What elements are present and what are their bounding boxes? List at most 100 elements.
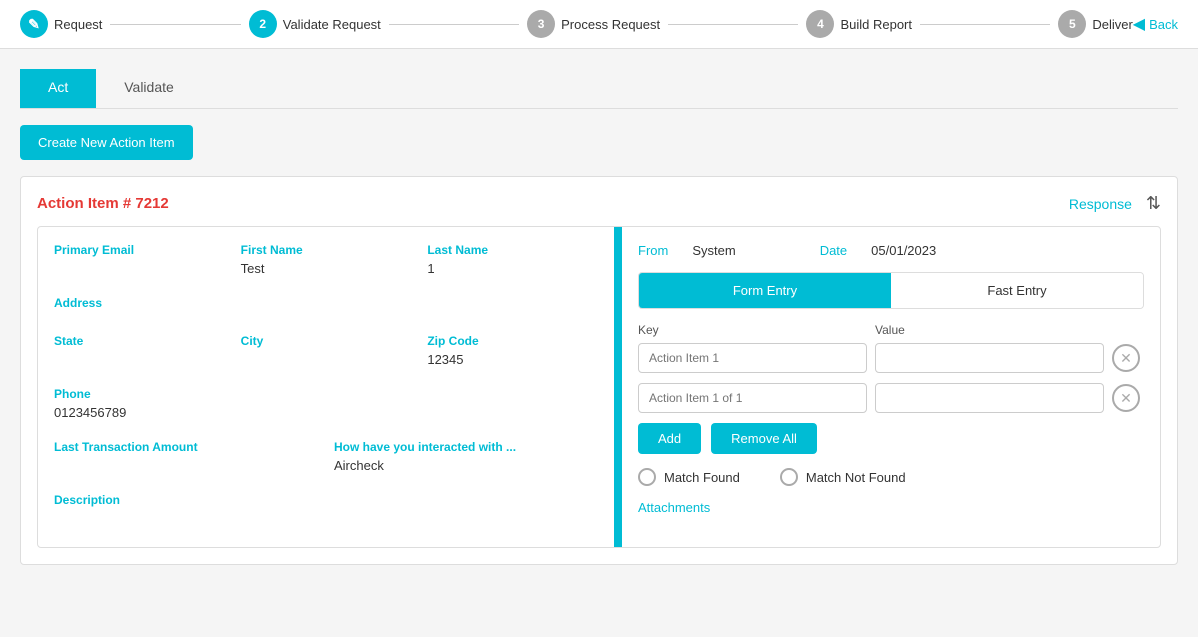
match-found-radio-circle xyxy=(638,468,656,486)
kv-header: Key Value xyxy=(638,323,1144,337)
first-name-value: Test xyxy=(241,261,265,276)
action-item-header: Action Item # 7212 Response ⇅ xyxy=(37,193,1161,214)
first-name-field: First Name Test xyxy=(241,243,412,276)
attachments-link[interactable]: Attachments xyxy=(638,500,710,515)
phone-label: Phone xyxy=(54,387,598,401)
key-header-label: Key xyxy=(638,323,867,337)
last-transaction-label: Last Transaction Amount xyxy=(54,440,318,454)
two-panel-layout: Primary Email First Name Test Last Name … xyxy=(37,226,1161,548)
step-connector-2 xyxy=(389,24,519,25)
back-arrow-icon: ◀ xyxy=(1133,14,1145,34)
kv-row-1-value[interactable] xyxy=(875,343,1104,373)
interaction-field: How have you interacted with ... Airchec… xyxy=(334,440,598,473)
fast-entry-button[interactable]: Fast Entry xyxy=(891,273,1143,308)
add-button[interactable]: Add xyxy=(638,423,701,454)
match-not-found-radio[interactable]: Match Not Found xyxy=(780,468,906,486)
step-1-label: Request xyxy=(54,17,102,32)
expand-collapse-icon[interactable]: ⇅ xyxy=(1146,193,1161,214)
form-row-4: Phone 0123456789 xyxy=(54,387,598,420)
back-label: Back xyxy=(1149,17,1178,32)
match-not-found-label: Match Not Found xyxy=(806,470,906,485)
form-entry-button[interactable]: Form Entry xyxy=(639,273,891,308)
step-5-label: Deliver xyxy=(1092,17,1132,32)
kv-row-1-remove-button[interactable]: ✕ xyxy=(1112,344,1140,372)
description-label: Description xyxy=(54,493,598,507)
step-connector-4 xyxy=(920,24,1050,25)
tabs-area: Act Validate xyxy=(20,69,1178,109)
city-label: City xyxy=(241,334,412,348)
kv-row-1: ✕ xyxy=(638,343,1144,373)
from-value: System xyxy=(692,243,735,258)
form-row-3: State City Zip Code 12345 xyxy=(54,334,598,367)
main-content: Act Validate Create New Action Item Acti… xyxy=(0,49,1198,585)
response-label[interactable]: Response xyxy=(1069,196,1132,212)
form-row-5: Last Transaction Amount How have you int… xyxy=(54,440,598,473)
from-date-row: From System Date 05/01/2023 xyxy=(638,243,1144,258)
interaction-value: Aircheck xyxy=(334,458,384,473)
match-found-label: Match Found xyxy=(664,470,740,485)
step-4-build[interactable]: 4 Build Report xyxy=(806,10,912,38)
form-row-6: Description xyxy=(54,493,598,511)
steps-container: ✎ Request 2 Validate Request 3 Process R… xyxy=(20,10,1133,38)
top-navigation: ✎ Request 2 Validate Request 3 Process R… xyxy=(0,0,1198,49)
step-1-circle: ✎ xyxy=(20,10,48,38)
tab-validate[interactable]: Validate xyxy=(96,69,202,108)
from-label: From xyxy=(638,243,668,258)
address-field: Address xyxy=(54,296,598,314)
step-4-circle: 4 xyxy=(806,10,834,38)
step-3-process[interactable]: 3 Process Request xyxy=(527,10,660,38)
step-4-label: Build Report xyxy=(840,17,912,32)
action-buttons: Add Remove All xyxy=(638,423,1144,454)
last-transaction-field: Last Transaction Amount xyxy=(54,440,318,473)
step-3-circle: 3 xyxy=(527,10,555,38)
kv-row-2-key[interactable] xyxy=(638,383,867,413)
back-link[interactable]: ◀ Back xyxy=(1133,14,1178,34)
zip-code-value: 12345 xyxy=(427,352,463,367)
form-row-1: Primary Email First Name Test Last Name … xyxy=(54,243,598,276)
step-1-request[interactable]: ✎ Request xyxy=(20,10,102,38)
remove-2-icon: ✕ xyxy=(1120,390,1132,407)
radio-row: Match Found Match Not Found xyxy=(638,468,1144,486)
last-name-field: Last Name 1 xyxy=(427,243,598,276)
interaction-label: How have you interacted with ... xyxy=(334,440,598,454)
step-2-validate[interactable]: 2 Validate Request xyxy=(249,10,381,38)
action-item-title: Action Item # 7212 xyxy=(37,195,169,212)
step-2-circle: 2 xyxy=(249,10,277,38)
last-name-value: 1 xyxy=(427,261,434,276)
zip-code-field: Zip Code 12345 xyxy=(427,334,598,367)
step-2-label: Validate Request xyxy=(283,17,381,32)
date-label: Date xyxy=(820,243,847,258)
form-row-2: Address xyxy=(54,296,598,314)
step-connector-3 xyxy=(668,24,798,25)
zip-code-label: Zip Code xyxy=(427,334,598,348)
match-not-found-radio-circle xyxy=(780,468,798,486)
action-item-card: Action Item # 7212 Response ⇅ Primary Em… xyxy=(20,176,1178,565)
kv-row-1-key[interactable] xyxy=(638,343,867,373)
state-label: State xyxy=(54,334,225,348)
first-name-label: First Name xyxy=(241,243,412,257)
city-field: City xyxy=(241,334,412,367)
kv-row-2: ✕ xyxy=(638,383,1144,413)
kv-row-2-value[interactable] xyxy=(875,383,1104,413)
kv-row-2-remove-button[interactable]: ✕ xyxy=(1112,384,1140,412)
phone-value: 0123456789 xyxy=(54,405,126,420)
primary-email-label: Primary Email xyxy=(54,243,225,257)
state-field: State xyxy=(54,334,225,367)
description-field: Description xyxy=(54,493,598,511)
address-label: Address xyxy=(54,296,598,310)
remove-all-button[interactable]: Remove All xyxy=(711,423,817,454)
primary-email-field: Primary Email xyxy=(54,243,225,276)
tab-act[interactable]: Act xyxy=(20,69,96,108)
step-5-deliver[interactable]: 5 Deliver xyxy=(1058,10,1132,38)
left-panel: Primary Email First Name Test Last Name … xyxy=(38,227,618,547)
entry-toggle: Form Entry Fast Entry xyxy=(638,272,1144,309)
step-connector-1 xyxy=(110,24,240,25)
step-3-label: Process Request xyxy=(561,17,660,32)
step-5-circle: 5 xyxy=(1058,10,1086,38)
value-header-label: Value xyxy=(875,323,1104,337)
create-action-item-button[interactable]: Create New Action Item xyxy=(20,125,193,160)
right-panel: From System Date 05/01/2023 Form Entry F… xyxy=(618,227,1160,547)
date-value: 05/01/2023 xyxy=(871,243,936,258)
phone-field: Phone 0123456789 xyxy=(54,387,598,420)
match-found-radio[interactable]: Match Found xyxy=(638,468,740,486)
